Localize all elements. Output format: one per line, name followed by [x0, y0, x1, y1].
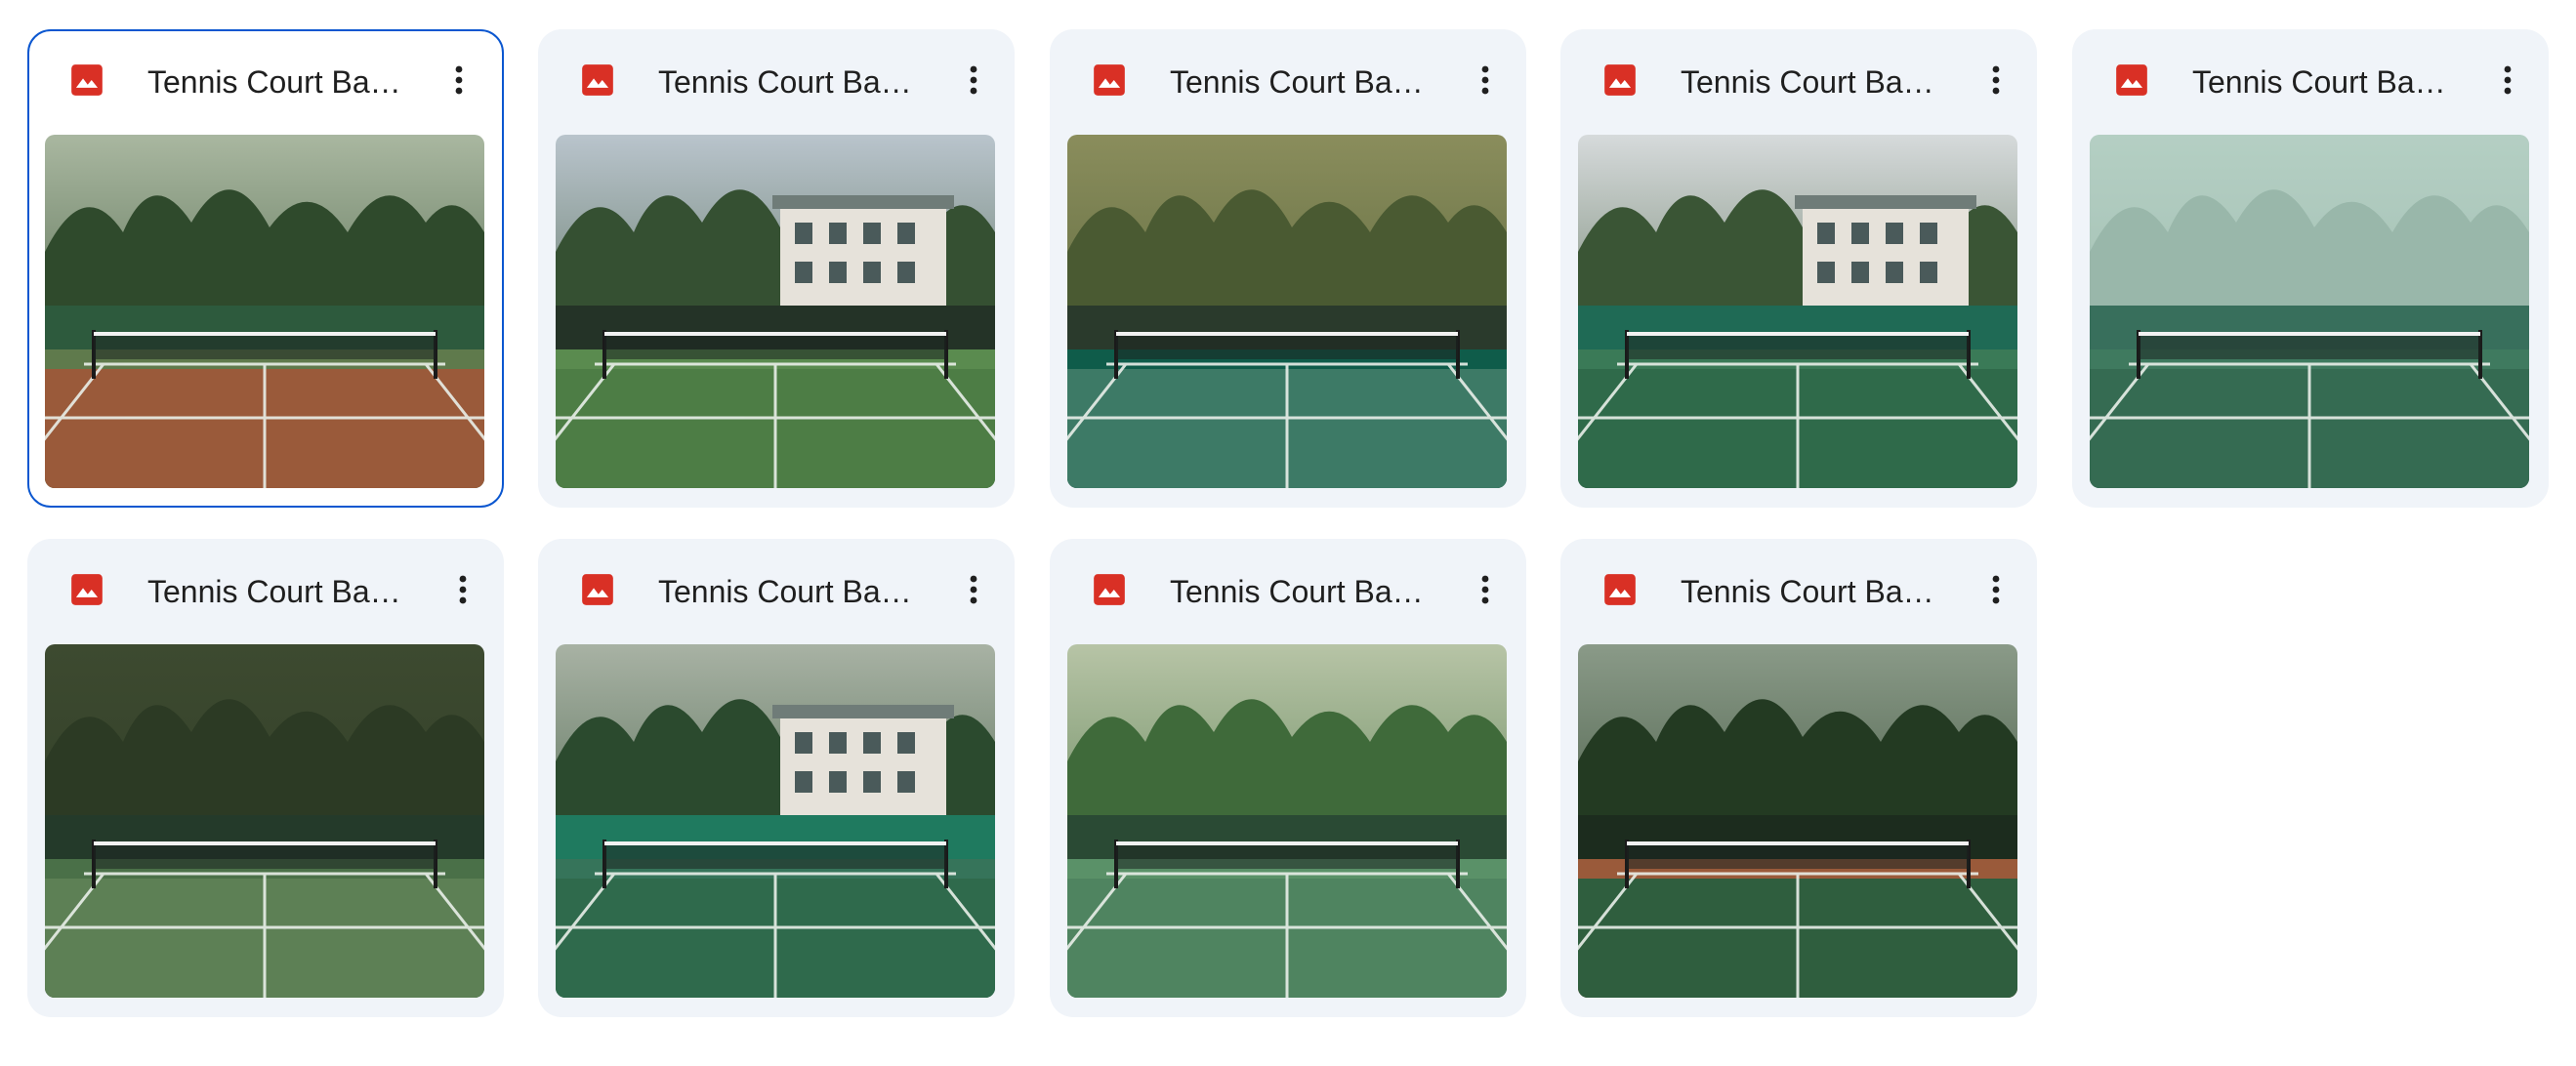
file-card[interactable]: Tennis Court Bac... — [2072, 29, 2549, 508]
file-card-header: Tennis Court Bac... — [27, 539, 504, 644]
file-thumbnail[interactable] — [1067, 644, 1507, 998]
file-name: Tennis Court Bac... — [1170, 64, 1433, 100]
image-file-icon — [579, 62, 616, 99]
file-thumbnail[interactable] — [556, 644, 995, 998]
file-card[interactable]: Tennis Court Bac... — [27, 29, 504, 508]
file-card-header: Tennis Court Bac... — [1560, 29, 2037, 135]
file-card[interactable]: Tennis Court Bac... — [538, 539, 1015, 1017]
file-name: Tennis Court Bac... — [1681, 64, 1944, 100]
file-thumbnail[interactable] — [45, 644, 484, 998]
file-card-header: Tennis Court Bac... — [538, 539, 1015, 644]
more-vert-icon[interactable] — [952, 59, 995, 102]
file-card[interactable]: Tennis Court Bac... — [1560, 29, 2037, 508]
file-card[interactable]: Tennis Court Bac... — [1560, 539, 2037, 1017]
file-grid: Tennis Court Bac... Tennis Court Bac... … — [0, 0, 2576, 1066]
file-thumbnail[interactable] — [1578, 135, 2017, 488]
file-name: Tennis Court Bac... — [147, 64, 411, 100]
file-card-header: Tennis Court Bac... — [1560, 539, 2037, 644]
file-name: Tennis Court Bac... — [658, 574, 922, 609]
file-thumbnail[interactable] — [1578, 644, 2017, 998]
file-card[interactable]: Tennis Court Bac... — [27, 539, 504, 1017]
more-vert-icon[interactable] — [1464, 568, 1507, 611]
file-name: Tennis Court Bac... — [147, 574, 411, 609]
file-card[interactable]: Tennis Court Bac... — [538, 29, 1015, 508]
file-thumbnail[interactable] — [556, 135, 995, 488]
image-file-icon — [1091, 571, 1128, 608]
file-card[interactable]: Tennis Court Bac... — [1050, 29, 1526, 508]
more-vert-icon[interactable] — [2486, 59, 2529, 102]
more-vert-icon[interactable] — [437, 59, 480, 102]
image-file-icon — [1091, 62, 1128, 99]
more-vert-icon[interactable] — [952, 568, 995, 611]
file-card-header: Tennis Court Bac... — [1050, 29, 1526, 135]
more-vert-icon[interactable] — [1974, 59, 2017, 102]
file-thumbnail[interactable] — [1067, 135, 1507, 488]
image-file-icon — [68, 62, 105, 99]
file-thumbnail[interactable] — [45, 135, 484, 488]
file-card[interactable]: Tennis Court Bac... — [1050, 539, 1526, 1017]
file-thumbnail[interactable] — [2090, 135, 2529, 488]
file-card-header: Tennis Court Bac... — [2072, 29, 2549, 135]
file-name: Tennis Court Bac... — [2192, 64, 2456, 100]
image-file-icon — [68, 571, 105, 608]
file-name: Tennis Court Bac... — [1681, 574, 1944, 609]
image-file-icon — [2113, 62, 2150, 99]
more-vert-icon[interactable] — [1464, 59, 1507, 102]
image-file-icon — [579, 571, 616, 608]
image-file-icon — [1601, 62, 1639, 99]
file-name: Tennis Court Bac... — [658, 64, 922, 100]
more-vert-icon[interactable] — [1974, 568, 2017, 611]
file-card-header: Tennis Court Bac... — [1050, 539, 1526, 644]
image-file-icon — [1601, 571, 1639, 608]
file-card-header: Tennis Court Bac... — [27, 29, 500, 135]
more-vert-icon[interactable] — [441, 568, 484, 611]
file-card-header: Tennis Court Bac... — [538, 29, 1015, 135]
file-name: Tennis Court Bac... — [1170, 574, 1433, 609]
